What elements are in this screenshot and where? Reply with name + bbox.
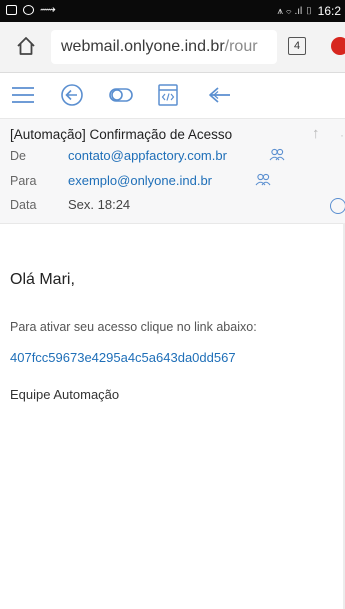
overflow-icon: · <box>340 128 344 142</box>
from-label: De <box>10 149 26 163</box>
view-source-icon[interactable] <box>155 83 181 107</box>
home-icon[interactable] <box>15 35 37 57</box>
expand-details-icon[interactable] <box>330 198 345 214</box>
hamburger-menu-icon[interactable] <box>10 83 36 107</box>
contact-icon[interactable] <box>269 148 285 161</box>
clock: 16:2 <box>317 4 341 18</box>
to-label: Para <box>10 174 37 188</box>
instruction-text: Para ativar seu acesso clique no link ab… <box>10 320 257 334</box>
url-host: webmail.onlyone.ind.br <box>61 38 225 55</box>
url-text: webmail.onlyone.ind.br/rour <box>61 38 258 56</box>
status-bar: ⟿ ⩚ ⌔ .ıl ▯ 16:2 <box>0 0 345 22</box>
mail-toolbar <box>0 73 345 116</box>
up-arrow-icon[interactable]: ↑ <box>312 125 320 142</box>
toggle-icon[interactable] <box>108 83 134 107</box>
activation-link[interactable]: 407fcc59673e4295a4c5a643da0dd567 <box>10 350 236 365</box>
message-header: [Automação] Confirmação de Acesso ↑ · De… <box>0 118 345 224</box>
browser-menu-icon[interactable] <box>331 37 345 55</box>
status-indicators: ⩚ ⌔ .ıl ▯ 16:2 <box>277 4 341 18</box>
contact-icon[interactable] <box>255 173 271 186</box>
greeting: Olá Mari, <box>10 271 75 288</box>
tab-switcher-button[interactable]: 4 <box>288 37 306 55</box>
back-arrow-icon[interactable] <box>59 83 85 107</box>
message-notification-icon <box>23 5 34 15</box>
to-address[interactable]: exemplo@onlyone.ind.br <box>68 173 212 188</box>
image-notification-icon <box>6 5 17 15</box>
address-bar[interactable]: webmail.onlyone.ind.br/rour <box>51 30 277 64</box>
signal-icon: ⩚ ⌔ .ıl ▯ <box>277 5 313 17</box>
url-path: /rour <box>224 38 258 55</box>
browser-toolbar: webmail.onlyone.ind.br/rour 4 <box>0 22 345 73</box>
from-address[interactable]: contato@appfactory.com.br <box>68 148 227 163</box>
reply-icon[interactable] <box>207 83 233 107</box>
email-subject: [Automação] Confirmação de Acesso <box>10 127 233 142</box>
signature: Equipe Automação <box>10 387 120 402</box>
link-notification-icon: ⟿ <box>40 4 56 16</box>
date-value: Sex. 18:24 <box>68 197 131 212</box>
date-label: Data <box>10 198 37 212</box>
notification-icons: ⟿ <box>6 4 56 16</box>
